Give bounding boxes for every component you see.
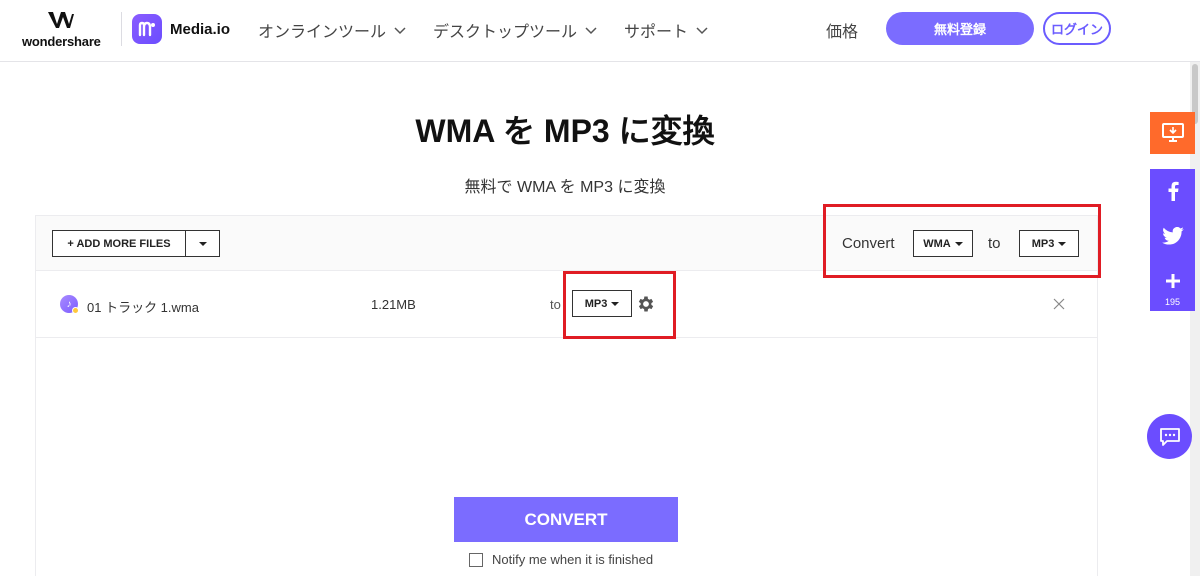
mediaio-icon — [132, 14, 162, 44]
nav-online-tools[interactable]: オンラインツール — [258, 18, 406, 42]
nav-support-label: サポート — [624, 24, 689, 41]
gear-icon[interactable] — [636, 294, 656, 314]
twitter-icon — [1161, 227, 1184, 245]
file-target-format-select[interactable]: MP3 — [572, 290, 632, 317]
wondershare-logo[interactable]: wondershare — [22, 10, 116, 50]
convert-all-label: Convert — [842, 235, 895, 252]
more-share-button[interactable] — [1150, 262, 1195, 300]
header: wondershare Media.io オンラインツール デスクトップツール … — [0, 0, 1200, 62]
chat-icon — [1159, 427, 1180, 446]
target-format-value: MP3 — [1031, 237, 1055, 250]
file-target-format-value: MP3 — [584, 297, 608, 310]
converter-panel: + ADD MORE FILES Convert WMA to MP3 ♪ 01… — [36, 204, 1101, 576]
close-icon[interactable] — [1052, 297, 1066, 311]
twitter-share-button[interactable] — [1150, 217, 1195, 255]
chevron-down-icon — [696, 27, 708, 35]
chevron-down-icon — [585, 27, 597, 35]
caret-down-icon — [611, 301, 620, 306]
file-size: 1.21MB — [371, 297, 416, 312]
notify-checkbox[interactable] — [469, 552, 483, 567]
share-bar: 195 — [1150, 169, 1195, 311]
chevron-down-icon — [394, 27, 406, 35]
target-format-select[interactable]: MP3 — [1019, 230, 1079, 257]
nav-support[interactable]: サポート — [624, 18, 708, 42]
caret-down-icon — [198, 241, 207, 246]
add-files-dropdown-button[interactable] — [185, 230, 220, 257]
notify-option[interactable]: Notify me when it is finished — [469, 552, 653, 567]
page-title: WMA を MP3 に変換 — [415, 113, 715, 149]
nav-desktop-tools-label: デスクトップツール — [433, 24, 578, 41]
wondershare-wordmark: wondershare — [22, 34, 101, 49]
convert-button[interactable]: CONVERT — [454, 497, 678, 542]
logo-divider — [121, 12, 122, 46]
nav-desktop-tools[interactable]: デスクトップツール — [433, 18, 597, 42]
page: wondershare Media.io オンラインツール デスクトップツール … — [0, 0, 1200, 576]
chat-button[interactable] — [1147, 414, 1192, 459]
login-button[interactable]: ログイン — [1043, 12, 1111, 45]
nav-price[interactable]: 価格 — [826, 18, 858, 42]
caret-down-icon — [1058, 241, 1067, 246]
mediaio-logo[interactable]: Media.io — [132, 12, 230, 46]
add-more-files-button[interactable]: + ADD MORE FILES — [52, 230, 185, 257]
plus-icon — [1165, 274, 1180, 288]
caret-down-icon — [954, 241, 963, 246]
file-name: 01 トラック 1.wma — [87, 300, 199, 315]
source-format-select[interactable]: WMA — [913, 230, 973, 257]
facebook-icon — [1168, 181, 1179, 201]
mediaio-wordmark: Media.io — [170, 20, 231, 38]
source-format-value: WMA — [923, 237, 951, 250]
file-to-label: to — [550, 297, 561, 312]
monitor-icon — [1161, 123, 1184, 142]
nav-online-tools-label: オンラインツール — [258, 24, 387, 41]
file-row: ♪ 01 トラック 1.wma 1.21MB to MP3 — [36, 271, 1097, 339]
converter-toolbar: + ADD MORE FILES Convert WMA to MP3 — [36, 204, 1101, 278]
page-subtitle: 無料で WMA を MP3 に変換 — [464, 179, 666, 196]
desktop-app-button[interactable] — [1150, 112, 1195, 154]
share-count: 195 — [1164, 297, 1181, 307]
convert-all-to-label: to — [988, 235, 1001, 252]
wondershare-icon — [48, 12, 74, 28]
notify-label: Notify me when it is finished — [492, 552, 654, 567]
facebook-share-button[interactable] — [1150, 172, 1195, 210]
signup-button[interactable]: 無料登録 — [886, 12, 1034, 45]
music-file-icon: ♪ — [60, 295, 79, 314]
